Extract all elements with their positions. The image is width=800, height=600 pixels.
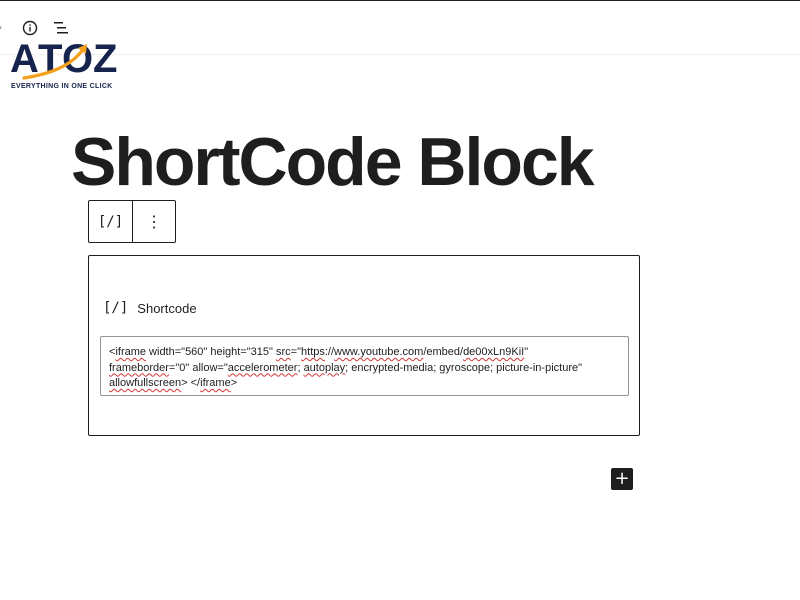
header-border: [0, 0, 800, 1]
atoz-logo: A T O Z EVERYTHING IN ONE CLICK: [10, 36, 122, 94]
page-title[interactable]: ShortCode Block: [71, 122, 595, 202]
logo-tagline: EVERYTHING IN ONE CLICK: [11, 83, 113, 90]
code-text: de00xLn9KiI: [463, 346, 525, 358]
add-block-button[interactable]: +: [611, 468, 633, 490]
chevron-right-icon[interactable]: ›: [0, 20, 2, 34]
code-text: width="560" height="315": [146, 346, 276, 358]
more-options-button[interactable]: ⋮: [133, 201, 175, 242]
list-view-icon[interactable]: [53, 19, 71, 37]
code-text: www.youtube.com: [334, 346, 424, 358]
code-text: src: [276, 346, 291, 358]
code-text: https: [301, 346, 325, 358]
code-text: =": [290, 346, 302, 358]
code-text: iframe: [200, 377, 231, 389]
code-text: ://: [324, 346, 335, 358]
block-type-button[interactable]: [/]: [89, 201, 133, 242]
list-view-icon-glyph: [54, 22, 68, 34]
more-vertical-icon: ⋮: [146, 213, 162, 231]
code-text: >: [230, 377, 238, 389]
plus-icon: +: [614, 468, 630, 489]
shortcode-icon: [/]: [97, 213, 124, 230]
code-text: ; encrypted-media; gyroscope; picture-in…: [345, 361, 582, 374]
shortcode-label-text: Shortcode: [137, 300, 197, 316]
logo-letter-o: O: [62, 37, 93, 81]
info-icon-glyph: [22, 20, 38, 36]
editor-canvas: › A T O Z EVERYTHING IN ONE CLICK ShortC…: [0, 0, 800, 600]
code-text: frameborder: [109, 361, 169, 374]
logo-letter-z: Z: [93, 37, 117, 81]
block-toolbar: [/] ⋮: [88, 200, 176, 243]
shortcode-block[interactable]: [/] Shortcode <iframe width="560" height…: [88, 255, 640, 436]
shortcode-block-label: [/] Shortcode: [103, 300, 197, 316]
code-text: ="0" allow=": [168, 361, 228, 374]
code-text: > </: [181, 377, 201, 389]
code-text: accelerometer: [227, 361, 298, 374]
code-text: iframe: [115, 346, 146, 358]
code-text: allowfullscreen: [109, 377, 182, 389]
code-text: /embed/: [423, 346, 464, 358]
code-text: autoplay: [303, 361, 346, 374]
shortcode-icon: [/]: [103, 300, 129, 316]
code-text: ": [524, 346, 529, 358]
logo-mark: A T O Z: [10, 37, 117, 81]
info-icon[interactable]: [21, 19, 39, 37]
shortcode-textarea[interactable]: <iframe width="560" height="315" src="ht…: [100, 336, 629, 396]
logo-letter-a: A: [10, 37, 39, 81]
